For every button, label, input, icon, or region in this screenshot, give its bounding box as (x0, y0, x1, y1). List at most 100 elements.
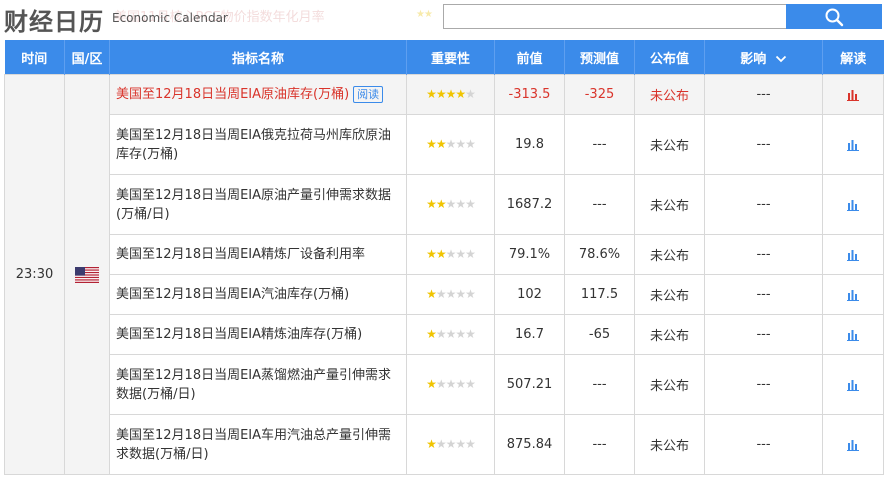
col-country: 国/区 (64, 40, 110, 75)
bar-chart-icon[interactable] (846, 329, 860, 341)
star-icon: ★ (465, 287, 476, 301)
interpretation-cell[interactable] (822, 274, 884, 315)
interpretation-cell[interactable] (822, 114, 884, 175)
indicator-name[interactable]: 美国至12月18日当周EIA蒸馏燃油产量引伸需求数据(万桶/日) (116, 368, 391, 402)
importance-stars: ★★★★★ (426, 87, 476, 101)
impact-value: --- (704, 234, 823, 275)
table-row[interactable]: 美国至12月18日当周EIA精炼油库存(万桶) ★★★★★ 16.7 -65 未公布 --… (5, 314, 884, 355)
star-icon: ★ (445, 377, 457, 391)
importance-stars: ★★★★★ (426, 327, 476, 341)
bar-chart-icon[interactable] (846, 289, 860, 301)
indicator-name[interactable]: 美国至12月18日当周EIA精炼油库存(万桶) (116, 327, 362, 342)
col-actual: 公布值 (634, 40, 705, 75)
bar-chart-icon[interactable] (846, 139, 860, 151)
search-input[interactable] (443, 4, 786, 29)
indicator-name-cell[interactable]: 美国至12月18日当周EIA精炼厂设备利用率 (109, 234, 407, 275)
importance-stars: ★★★★★ (426, 197, 476, 211)
bar-chart-icon[interactable] (846, 379, 860, 391)
bar-chart-icon[interactable] (846, 249, 860, 261)
interpretation-cell[interactable] (822, 414, 884, 475)
star-icon: ★ (426, 247, 437, 261)
actual-value: 未公布 (634, 314, 705, 355)
indicator-name-cell[interactable]: 美国至12月18日当周EIA俄克拉荷马州库欣原油库存(万桶) (109, 114, 407, 175)
forecast-value: --- (564, 354, 635, 415)
table-row[interactable]: 23:30 美国至12月18日当周EIA原油库存(万桶) 阅读 ★★★★★ -313.5… (4, 74, 884, 475)
importance-cell: ★★★★★ (406, 414, 495, 475)
importance-cell: ★★★★★ (406, 274, 495, 315)
impact-value: --- (704, 354, 823, 415)
importance-stars: ★★★★★ (426, 247, 476, 261)
star-icon: ★ (465, 197, 476, 211)
impact-value: --- (704, 414, 823, 475)
star-icon: ★ (445, 137, 457, 151)
importance-cell: ★★★★★ (406, 234, 495, 275)
col-impact[interactable]: 影响 (704, 40, 823, 75)
indicator-name-cell[interactable]: 美国至12月18日当周EIA车用汽油总产量引伸需求数据(万桶/日) (109, 414, 407, 475)
importance-cell: ★★★★★ (406, 174, 495, 235)
interpretation-cell[interactable] (822, 174, 884, 235)
col-importance: 重要性 (406, 40, 495, 75)
table-row[interactable]: 美国至12月18日当周EIA蒸馏燃油产量引伸需求数据(万桶/日) ★★★★★ 507… (5, 354, 884, 415)
interpretation-cell[interactable] (822, 74, 884, 115)
star-icon: ★ (455, 197, 466, 211)
star-icon: ★ (455, 327, 466, 341)
impact-value: --- (704, 114, 823, 175)
star-icon: ★ (426, 287, 437, 301)
indicator-name-cell[interactable]: 美国至12月18日当周EIA原油库存(万桶) 阅读 (109, 74, 407, 115)
previous-value: -313.5 (494, 74, 565, 115)
search-button[interactable] (786, 4, 882, 29)
importance-stars: ★★★★★ (426, 377, 476, 391)
indicator-name-cell[interactable]: 美国至12月18日当周EIA精炼油库存(万桶) (109, 314, 407, 355)
col-previous: 前值 (494, 40, 565, 75)
previous-value: 19.8 (494, 114, 565, 175)
importance-stars: ★★★★★ (426, 437, 476, 451)
interpretation-cell[interactable] (822, 354, 884, 415)
bar-chart-icon[interactable] (846, 199, 860, 211)
table-row[interactable]: 美国至12月18日当周EIA精炼厂设备利用率 ★★★★★ 79.1% 78.6% 未公布… (5, 234, 884, 275)
table-row[interactable]: 美国至12月18日当周EIA汽油库存(万桶) ★★★★★ 102 117.5 未公布 --… (5, 274, 884, 315)
actual-value: 未公布 (634, 414, 705, 475)
star-icon: ★ (465, 437, 476, 451)
indicator-name[interactable]: 美国至12月18日当周EIA原油产量引伸需求数据(万桶/日) (116, 188, 391, 222)
table-row[interactable]: 美国至12月18日当周EIA车用汽油总产量引伸需求数据(万桶/日) ★★★★★ 87… (5, 414, 884, 475)
star-icon: ★ (465, 377, 476, 391)
indicator-name-cell[interactable]: 美国至12月18日当周EIA原油产量引伸需求数据(万桶/日) (109, 174, 407, 235)
bar-chart-icon[interactable] (846, 439, 860, 451)
impact-value: --- (704, 274, 823, 315)
chevron-down-icon (775, 55, 786, 63)
star-icon: ★ (445, 327, 457, 341)
star-icon: ★ (465, 247, 476, 261)
indicator-name[interactable]: 美国至12月18日当周EIA车用汽油总产量引伸需求数据(万桶/日) (116, 428, 391, 462)
star-icon: ★ (426, 377, 437, 391)
star-icon: ★ (455, 287, 466, 301)
importance-cell: ★★★★★ (406, 354, 495, 415)
star-icon: ★ (435, 247, 447, 261)
col-indicator: 指标名称 (109, 40, 407, 75)
actual-value: 未公布 (634, 354, 705, 415)
previous-value: 875.84 (494, 414, 565, 475)
indicator-name[interactable]: 美国至12月18日当周EIA汽油库存(万桶) (116, 287, 349, 302)
page-subtitle: Economic Calendar (112, 11, 228, 25)
indicator-name-cell[interactable]: 美国至12月18日当周EIA汽油库存(万桶) (109, 274, 407, 315)
actual-value: 未公布 (634, 234, 705, 275)
indicator-name[interactable]: 美国至12月18日当周EIA俄克拉荷马州库欣原油库存(万桶) (116, 128, 391, 162)
table-row[interactable]: 美国至12月18日当周EIA原油产量引伸需求数据(万桶/日) ★★★★★ 1687.… (5, 174, 884, 235)
previous-value: 1687.2 (494, 174, 565, 235)
impact-value: --- (704, 174, 823, 235)
star-icon: ★ (445, 247, 457, 261)
star-icon: ★ (455, 437, 466, 451)
star-icon: ★ (435, 437, 447, 451)
search-icon (825, 8, 844, 26)
interpretation-cell[interactable] (822, 314, 884, 355)
read-tag-button[interactable]: 阅读 (353, 86, 384, 103)
indicator-name[interactable]: 美国至12月18日当周EIA原油库存(万桶) (116, 87, 349, 102)
star-icon: ★ (455, 377, 466, 391)
bar-chart-icon[interactable] (846, 89, 860, 101)
indicator-name-cell[interactable]: 美国至12月18日当周EIA蒸馏燃油产量引伸需求数据(万桶/日) (109, 354, 407, 415)
interpretation-cell[interactable] (822, 234, 884, 275)
star-icon: ★ (455, 247, 466, 261)
indicator-name[interactable]: 美国至12月18日当周EIA精炼厂设备利用率 (116, 247, 365, 262)
forecast-value: --- (564, 114, 635, 175)
table-row[interactable]: 美国至12月18日当周EIA俄克拉荷马州库欣原油库存(万桶) ★★★★★ 19.8-… (5, 114, 884, 175)
col-interpretation: 解读 (822, 40, 884, 75)
